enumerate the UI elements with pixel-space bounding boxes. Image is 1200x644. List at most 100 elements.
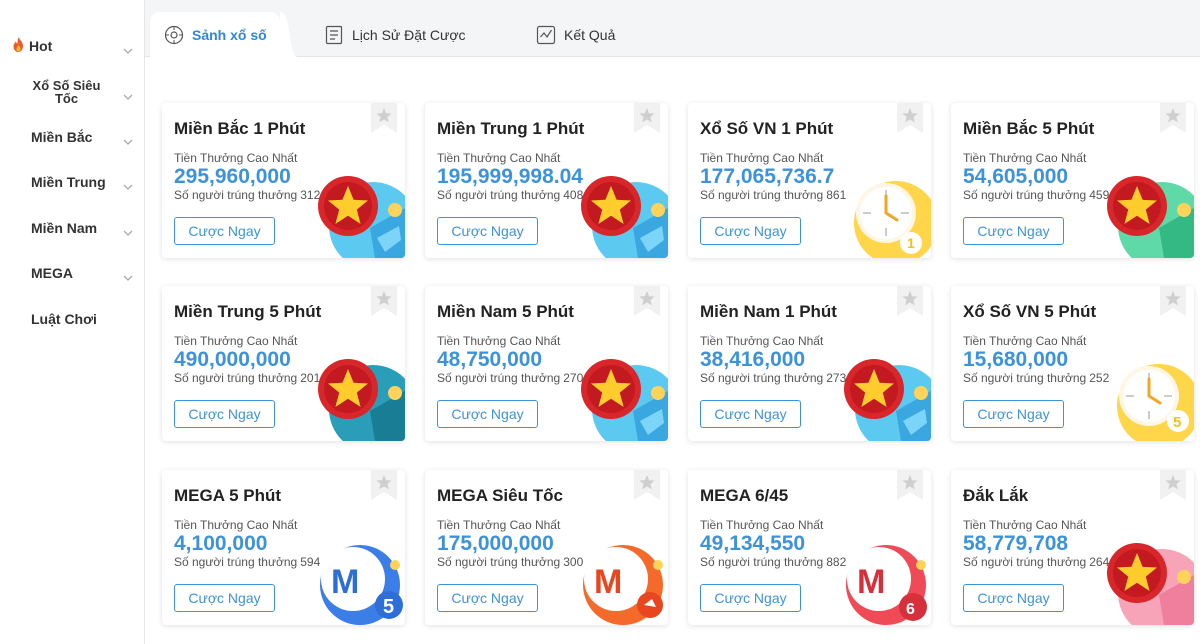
sidebar-item-xo-so-sieu-toc[interactable]: Xổ Số Siêu Tốc <box>0 78 145 106</box>
lottery-card[interactable]: Đắk Lắk Tiền Thưởng Cao Nhất 58,779,708 Số … <box>951 470 1194 625</box>
card-title: MEGA 5 Phút <box>174 486 282 505</box>
winners-count: Số người trúng thưởng 270 <box>437 371 583 385</box>
prize-label: Tiền Thưởng Cao Nhất <box>700 151 824 165</box>
favorite-star-icon[interactable] <box>1160 286 1186 316</box>
favorite-star-icon[interactable] <box>1160 470 1186 500</box>
lottery-hall-icon <box>164 25 184 45</box>
sidebar-item-mega[interactable]: MEGA <box>0 264 145 282</box>
bet-now-button[interactable]: Cược Ngay <box>174 584 275 612</box>
bet-now-button[interactable]: Cược Ngay <box>437 584 538 612</box>
prize-label: Tiền Thưởng Cao Nhất <box>437 334 561 348</box>
chevron-down-icon <box>123 178 133 194</box>
favorite-star-icon[interactable] <box>897 286 923 316</box>
card-title: Đắk Lắk <box>963 486 1029 505</box>
sidebar-item-hot[interactable]: Hot <box>0 37 145 55</box>
winners-value: 300 <box>563 555 584 569</box>
prize-amount: 4,100,000 <box>174 532 268 555</box>
tab-label: Lịch Sử Đặt Cược <box>352 26 466 43</box>
lottery-card[interactable]: Miền Bắc 1 Phút Tiền Thưởng Cao Nhất 295,9… <box>162 103 405 258</box>
winners-label: Số người trúng thưởng <box>174 555 298 569</box>
bet-now-button[interactable]: Cược Ngay <box>963 400 1064 428</box>
winners-label: Số người trúng thưởng <box>437 371 561 385</box>
fire-icon <box>12 37 25 55</box>
tab-bet-history[interactable]: Lịch Sử Đặt Cược <box>324 12 484 57</box>
favorite-star-icon[interactable] <box>634 286 660 316</box>
winners-value: 273 <box>826 371 847 385</box>
tab-label: Sảnh xổ số <box>192 26 267 43</box>
bet-now-button[interactable]: Cược Ngay <box>174 400 275 428</box>
winners-value: 861 <box>826 188 847 202</box>
lottery-card[interactable]: M MEGA Siêu Tốc Tiền Thưởng Cao Nhất 175,00… <box>425 470 668 625</box>
sidebar-item-label: Xổ Số Siêu Tốc <box>32 78 101 106</box>
results-icon <box>536 25 556 45</box>
lottery-card[interactable]: Miền Nam 5 Phút Tiền Thưởng Cao Nhất 48,75… <box>425 286 668 441</box>
sidebar-item-luat-choi[interactable]: Luật Chơi <box>0 310 145 328</box>
tab-lottery-hall[interactable]: Sảnh xổ số <box>150 12 280 57</box>
svg-text:1: 1 <box>907 235 915 251</box>
lottery-card[interactable]: Miền Trung 1 Phút Tiền Thưởng Cao Nhất 195… <box>425 103 668 258</box>
winners-value: 594 <box>300 555 321 569</box>
card-title: MEGA Siêu Tốc <box>437 486 563 505</box>
lottery-card[interactable]: M 5 MEGA 5 Phút Tiền Thưởng Cao Nhất 4,100,0… <box>162 470 405 625</box>
winners-label: Số người trúng thưởng <box>174 371 298 385</box>
winners-count: Số người trúng thưởng 861 <box>700 188 846 202</box>
bet-now-button[interactable]: Cược Ngay <box>700 400 801 428</box>
lottery-card[interactable]: M 6 MEGA 6/45 Tiền Thưởng Cao Nhất 49,134,55… <box>688 470 931 625</box>
sidebar-item-label: MEGA <box>31 265 73 281</box>
tab-bar <box>145 0 1200 58</box>
bet-now-button[interactable]: Cược Ngay <box>437 400 538 428</box>
chevron-down-icon <box>123 88 133 104</box>
prize-label: Tiền Thưởng Cao Nhất <box>437 518 561 532</box>
card-title: MEGA 6/45 <box>700 486 789 505</box>
winners-value: 270 <box>563 371 584 385</box>
winners-label: Số người trúng thưởng <box>437 188 561 202</box>
card-title: Miền Bắc 5 Phút <box>963 119 1095 138</box>
prize-amount: 58,779,708 <box>963 532 1069 555</box>
lottery-card[interactable]: Miền Nam 1 Phút Tiền Thưởng Cao Nhất 38,41… <box>688 286 931 441</box>
lottery-card[interactable]: 1 Xổ Số VN 1 Phút Tiền Thưởng Cao Nhất 177,… <box>688 103 931 258</box>
chevron-down-icon <box>123 133 133 149</box>
favorite-star-icon[interactable] <box>897 103 923 133</box>
winners-label: Số người trúng thưởng <box>437 555 561 569</box>
prize-amount: 54,605,000 <box>963 165 1069 188</box>
lottery-card[interactable]: Miền Trung 5 Phút Tiền Thưởng Cao Nhất 490… <box>162 286 405 441</box>
winners-count: Số người trúng thưởng 882 <box>700 555 846 569</box>
winners-value: 408 <box>563 188 584 202</box>
prize-amount: 295,960,000 <box>174 165 291 188</box>
bet-now-button[interactable]: Cược Ngay <box>963 217 1064 245</box>
winners-label: Số người trúng thưởng <box>963 555 1087 569</box>
svg-text:M: M <box>857 563 885 601</box>
prize-label: Tiền Thưởng Cao Nhất <box>174 334 298 348</box>
lottery-card[interactable]: 5 Xổ Số VN 5 Phút Tiền Thưởng Cao Nhất 15,6… <box>951 286 1194 441</box>
svg-text:M: M <box>594 563 622 601</box>
winners-label: Số người trúng thưởng <box>963 371 1087 385</box>
prize-amount: 490,000,000 <box>174 348 291 371</box>
favorite-star-icon[interactable] <box>634 470 660 500</box>
bet-now-button[interactable]: Cược Ngay <box>700 217 801 245</box>
sidebar-item-mien-bac[interactable]: Miền Bắc <box>0 128 145 146</box>
favorite-star-icon[interactable] <box>371 103 397 133</box>
winners-label: Số người trúng thưởng <box>174 188 298 202</box>
favorite-star-icon[interactable] <box>634 103 660 133</box>
star-blue-icon <box>315 168 405 258</box>
prize-label: Tiền Thưởng Cao Nhất <box>963 518 1087 532</box>
bet-now-button[interactable]: Cược Ngay <box>963 584 1064 612</box>
sidebar-item-label: Luật Chơi <box>31 311 97 327</box>
favorite-star-icon[interactable] <box>371 286 397 316</box>
bet-now-button[interactable]: Cược Ngay <box>174 217 275 245</box>
favorite-star-icon[interactable] <box>1160 103 1186 133</box>
bet-now-button[interactable]: Cược Ngay <box>437 217 538 245</box>
bet-now-button[interactable]: Cược Ngay <box>700 584 801 612</box>
favorite-star-icon[interactable] <box>371 470 397 500</box>
svg-text:5: 5 <box>383 596 394 618</box>
lottery-card[interactable]: Miền Bắc 5 Phút Tiền Thưởng Cao Nhất 54,60… <box>951 103 1194 258</box>
sidebar-item-mien-trung[interactable]: Miền Trung <box>0 173 145 191</box>
winners-count: Số người trúng thưởng 459 <box>963 188 1109 202</box>
prize-amount: 175,000,000 <box>437 532 554 555</box>
chevron-down-icon <box>123 224 133 240</box>
sidebar-item-mien-nam[interactable]: Miền Nam <box>0 219 145 237</box>
tab-results[interactable]: Kết Quả <box>536 12 636 57</box>
clock-1-icon: 1 <box>841 168 931 258</box>
prize-label: Tiền Thưởng Cao Nhất <box>174 518 298 532</box>
favorite-star-icon[interactable] <box>897 470 923 500</box>
